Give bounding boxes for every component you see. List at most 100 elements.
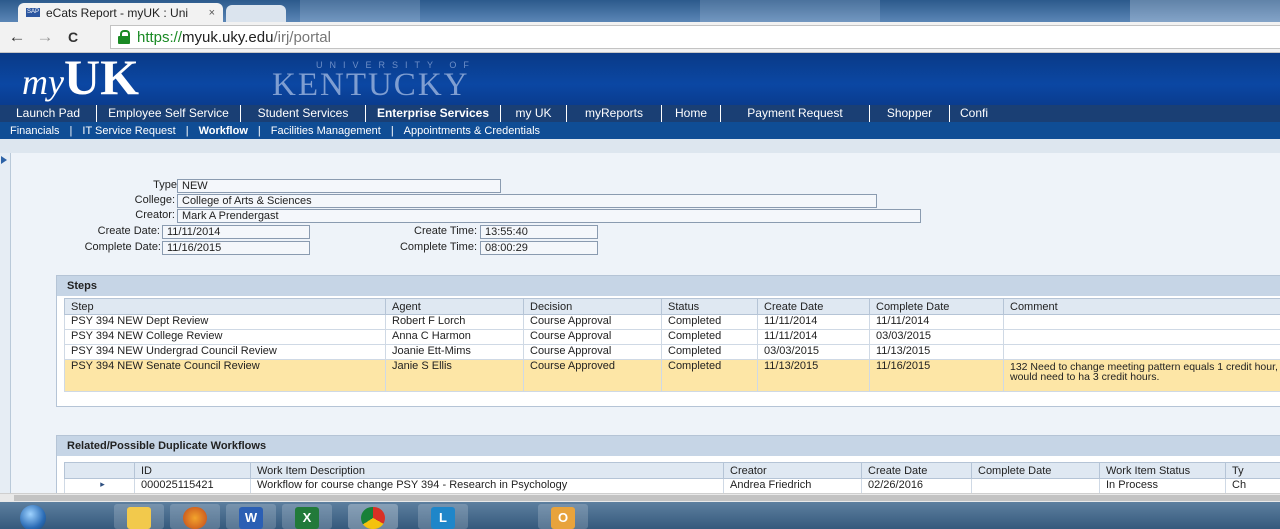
kentucky-wordmark: KENTUCKY <box>272 67 470 103</box>
nav-employee-self-service[interactable]: Employee Self Service <box>97 105 241 122</box>
table-cell: 03/03/2015 <box>757 344 870 360</box>
url-text: https://myuk.uky.edu/irj/portal <box>137 28 331 46</box>
top-navigation: Launch Pad Employee Self Service Student… <box>0 105 1280 122</box>
new-tab-button[interactable] <box>226 5 286 22</box>
table-cell: In Process <box>1099 478 1226 494</box>
table-cell: Robert F Lorch <box>385 314 524 330</box>
table-cell: 03/03/2015 <box>869 329 1004 345</box>
table-row-highlighted[interactable]: PSY 394 NEW Senate Council Review Janie … <box>64 359 1280 392</box>
taskbar-explorer[interactable] <box>114 504 164 529</box>
table-row[interactable]: ▸ 000025115421 Workflow for course chang… <box>64 478 1280 494</box>
lync-icon: L <box>431 507 455 529</box>
duplicates-title: Related/Possible Duplicate Workflows <box>57 436 1280 456</box>
column-header[interactable]: Create Date <box>861 462 972 479</box>
outlook-icon: O <box>551 507 575 529</box>
type-label: Type: <box>153 179 180 191</box>
table-cell: Course Approved <box>523 359 662 392</box>
row-expand-icon[interactable]: ▸ <box>64 478 135 494</box>
horizontal-scrollbar[interactable] <box>0 493 1280 502</box>
tab-close-icon[interactable]: × <box>209 7 215 19</box>
table-row[interactable]: PSY 394 NEW College Review Anna C Harmon… <box>64 329 1280 345</box>
table-cell: 000025115421 <box>134 478 251 494</box>
table-cell: 02/26/2016 <box>861 478 972 494</box>
type-field: NEW <box>177 179 501 193</box>
subnav-it-service-request[interactable]: IT Service Request <box>82 125 175 137</box>
table-cell: Completed <box>661 314 758 330</box>
taskbar-outlook[interactable]: O <box>538 504 588 529</box>
column-header[interactable]: Comment <box>1003 298 1280 315</box>
create-date-field: 11/11/2014 <box>162 225 310 239</box>
table-cell: 11/11/2014 <box>757 329 870 345</box>
nav-myreports[interactable]: myReports <box>567 105 662 122</box>
column-header[interactable]: Complete Date <box>971 462 1100 479</box>
forward-arrow-icon[interactable]: → <box>34 27 56 47</box>
browser-tab-active[interactable]: SAP eCats Report - myUK : Uni × <box>18 3 223 22</box>
nav-home[interactable]: Home <box>662 105 721 122</box>
subnav-separator: | <box>390 124 394 137</box>
taskbar-word[interactable]: W <box>226 504 276 529</box>
side-panel-toggle[interactable] <box>0 153 11 493</box>
table-cell: Workflow for course change PSY 394 - Res… <box>250 478 724 494</box>
column-header[interactable]: Work Item Status <box>1099 462 1226 479</box>
subnav-financials[interactable]: Financials <box>10 125 60 137</box>
word-icon: W <box>239 507 263 529</box>
column-header[interactable]: Create Date <box>757 298 870 315</box>
address-bar[interactable]: https://myuk.uky.edu/irj/portal <box>110 25 1280 49</box>
table-cell: 11/16/2015 <box>869 359 1004 392</box>
back-arrow-icon[interactable]: ← <box>6 27 28 47</box>
column-header[interactable]: Status <box>661 298 758 315</box>
column-header[interactable]: Step <box>64 298 386 315</box>
table-cell: Course Approval <box>523 314 662 330</box>
nav-payment-request[interactable]: Payment Request <box>721 105 870 122</box>
table-cell: Andrea Friedrich <box>723 478 862 494</box>
column-header[interactable]: Complete Date <box>869 298 1004 315</box>
subnav-facilities-management[interactable]: Facilities Management <box>271 125 381 137</box>
folder-icon <box>127 507 151 529</box>
nav-my-uk[interactable]: my UK <box>501 105 567 122</box>
subnav-workflow[interactable]: Workflow <box>199 125 248 137</box>
windows-taskbar: W X L O <box>0 502 1280 529</box>
steps-header-row: Step Agent Decision Status Create Date C… <box>64 298 1280 315</box>
nav-student-services[interactable]: Student Services <box>241 105 366 122</box>
table-cell: 11/13/2015 <box>757 359 870 392</box>
browser-toolbar: ← → C https://myuk.uky.edu/irj/portal <box>0 22 1280 53</box>
nav-shopper[interactable]: Shopper <box>870 105 950 122</box>
column-header[interactable]: Creator <box>723 462 862 479</box>
nav-confi[interactable]: Confi <box>950 105 1006 122</box>
nav-enterprise-services[interactable]: Enterprise Services <box>366 105 501 122</box>
table-cell: Course Approval <box>523 344 662 360</box>
expand-arrow-icon <box>1 156 7 164</box>
column-header[interactable]: Work Item Description <box>250 462 724 479</box>
duplicates-table: ID Work Item Description Creator Create … <box>64 462 1280 494</box>
taskbar-excel[interactable]: X <box>282 504 332 529</box>
table-row[interactable]: PSY 394 NEW Dept Review Robert F Lorch C… <box>64 314 1280 330</box>
column-header[interactable]: Agent <box>385 298 524 315</box>
scrollbar-thumb[interactable] <box>14 495 1280 501</box>
duplicates-header-row: ID Work Item Description Creator Create … <box>64 462 1280 479</box>
column-header[interactable]: Decision <box>523 298 662 315</box>
nav-launch-pad[interactable]: Launch Pad <box>0 105 97 122</box>
table-cell: Anna C Harmon <box>385 329 524 345</box>
taskbar-lync[interactable]: L <box>418 504 468 529</box>
blurred-background <box>700 0 880 22</box>
comment-cell: 132 Need to change meeting pattern equal… <box>1003 359 1280 392</box>
table-cell: PSY 394 NEW College Review <box>64 329 386 345</box>
taskbar-firefox[interactable] <box>170 504 220 529</box>
reload-icon[interactable]: C <box>62 29 84 45</box>
column-header[interactable]: ID <box>134 462 251 479</box>
column-header <box>64 462 135 479</box>
table-row[interactable]: PSY 394 NEW Undergrad Council Review Joa… <box>64 344 1280 360</box>
complete-time-field: 08:00:29 <box>480 241 598 255</box>
table-cell: Joanie Ett-Mims <box>385 344 524 360</box>
table-cell: 11/13/2015 <box>869 344 1004 360</box>
sap-favicon-icon: SAP <box>26 8 40 17</box>
lock-icon <box>117 30 131 44</box>
column-header[interactable]: Ty <box>1225 462 1280 479</box>
start-button[interactable] <box>10 504 60 529</box>
subnav-separator: | <box>69 124 73 137</box>
sub-navigation: Financials | IT Service Request | Workfl… <box>0 122 1280 139</box>
steps-title: Steps <box>57 276 1280 296</box>
taskbar-chrome[interactable] <box>348 504 398 529</box>
subnav-appointments-credentials[interactable]: Appointments & Credentials <box>404 125 540 137</box>
table-cell: PSY 394 NEW Dept Review <box>64 314 386 330</box>
